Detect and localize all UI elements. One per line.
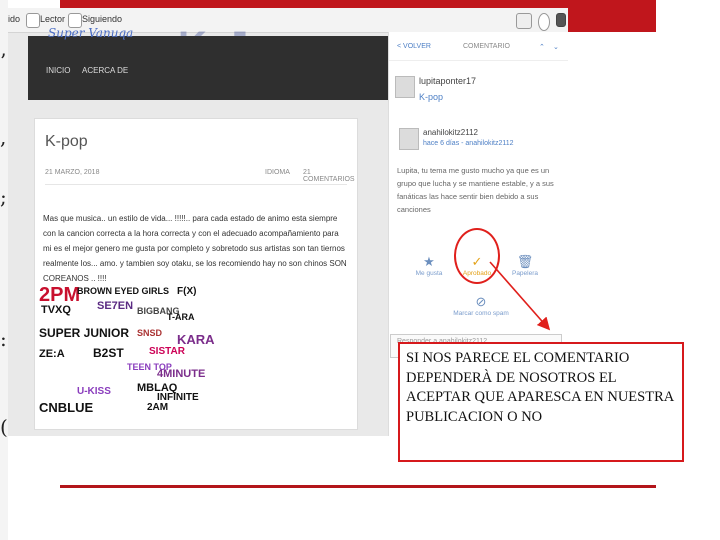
comments-tab[interactable]: COMENTARIO <box>463 43 510 50</box>
kpop-logo-collage: 2PM BROWN EYED GIRLS TVXQ SE7EN BIGBANG SUPER… <box>37 283 215 423</box>
user-icon[interactable] <box>516 13 532 29</box>
spam-button[interactable]: ⊘ Marcar como spam <box>451 294 511 317</box>
group-logo: SE7EN <box>97 300 134 312</box>
back-button[interactable]: < VOLVER <box>397 43 431 50</box>
group-logo: 2AM <box>147 402 169 413</box>
slide-bottom-rule <box>60 485 656 488</box>
trash-button[interactable]: 🗑 Papelera <box>505 254 545 277</box>
comments-header: < VOLVER COMENTARIO ⌃ ⌄ <box>389 32 568 61</box>
star-icon: ★ <box>423 254 435 269</box>
group-logo: T-ARA <box>167 312 195 322</box>
menu-icon[interactable] <box>556 13 566 27</box>
post-author-name[interactable]: lupitaponter17 <box>419 76 476 86</box>
trash-icon: 🗑 <box>516 254 534 269</box>
post-title[interactable]: K-pop <box>45 133 88 151</box>
avatar <box>399 128 419 150</box>
post-card: K-pop 21 MARZO, 2018 IDIOMA 21 COMENTARI… <box>34 118 358 430</box>
group-logo: U-KISS <box>77 386 111 397</box>
post-author[interactable]: IDIOMA <box>265 169 290 176</box>
spam-icon: ⊘ <box>475 294 487 309</box>
handwritten-title: Super Vanuqa <box>48 26 134 40</box>
group-logo: 4MINUTE <box>157 368 206 380</box>
chevron-up-icon[interactable]: ⌃ <box>539 43 545 51</box>
group-logo: SNSD <box>137 328 163 338</box>
chevron-down-icon[interactable]: ⌄ <box>553 43 559 51</box>
group-logo: TVXQ <box>41 304 71 316</box>
reader-icon <box>26 13 40 28</box>
group-logo: BROWN EYED GIRLS <box>77 286 170 296</box>
highlight-circle <box>454 228 500 284</box>
group-logo: MBLAQ <box>137 382 178 394</box>
post-body: Mas que musica.. un estilo de vida... !!… <box>43 214 347 283</box>
commenter-name[interactable]: anahilokitz2112 <box>423 128 478 137</box>
group-logo: SISTAR <box>149 346 185 357</box>
nav-about[interactable]: ACERCA DE <box>82 66 128 75</box>
group-logo: 2PM <box>39 284 81 306</box>
group-logo: F(X) <box>177 286 197 297</box>
group-logo: KARA <box>177 332 215 347</box>
annotation-callout: SI NOS PARECE EL COMENTARIO DEPENDERÀ DE… <box>398 342 684 462</box>
group-logo: ZE:A <box>39 348 65 360</box>
toolbar-item[interactable]: ido <box>8 14 20 24</box>
toolbar-reader[interactable]: Lector <box>40 14 65 24</box>
post-date: 21 MARZO, 2018 <box>45 169 100 176</box>
comment-time: hace 6 días - anahilokitz2112 <box>423 140 514 147</box>
group-logo: B2ST <box>93 346 124 360</box>
nav-home[interactable]: INICIO <box>46 66 70 75</box>
like-button[interactable]: ★ Me gusta <box>409 254 449 277</box>
divider <box>45 184 347 185</box>
post-comments-count[interactable]: 21 COMENTARIOS <box>303 169 357 183</box>
avatar <box>395 76 415 98</box>
group-logo: SUPER JUNIOR <box>39 326 130 340</box>
blog-header: Super Vanuqa INICIO ACERCA DE <box>28 26 392 100</box>
post-link[interactable]: K-pop <box>419 92 443 102</box>
notification-icon[interactable] <box>538 13 550 31</box>
group-logo: CNBLUE <box>39 400 94 415</box>
toolbar-following[interactable]: Siguiendo <box>82 14 122 24</box>
slide-left-edge <box>0 0 8 540</box>
comment-text: Lupita, tu tema me gusto mucho ya que es… <box>397 166 554 214</box>
